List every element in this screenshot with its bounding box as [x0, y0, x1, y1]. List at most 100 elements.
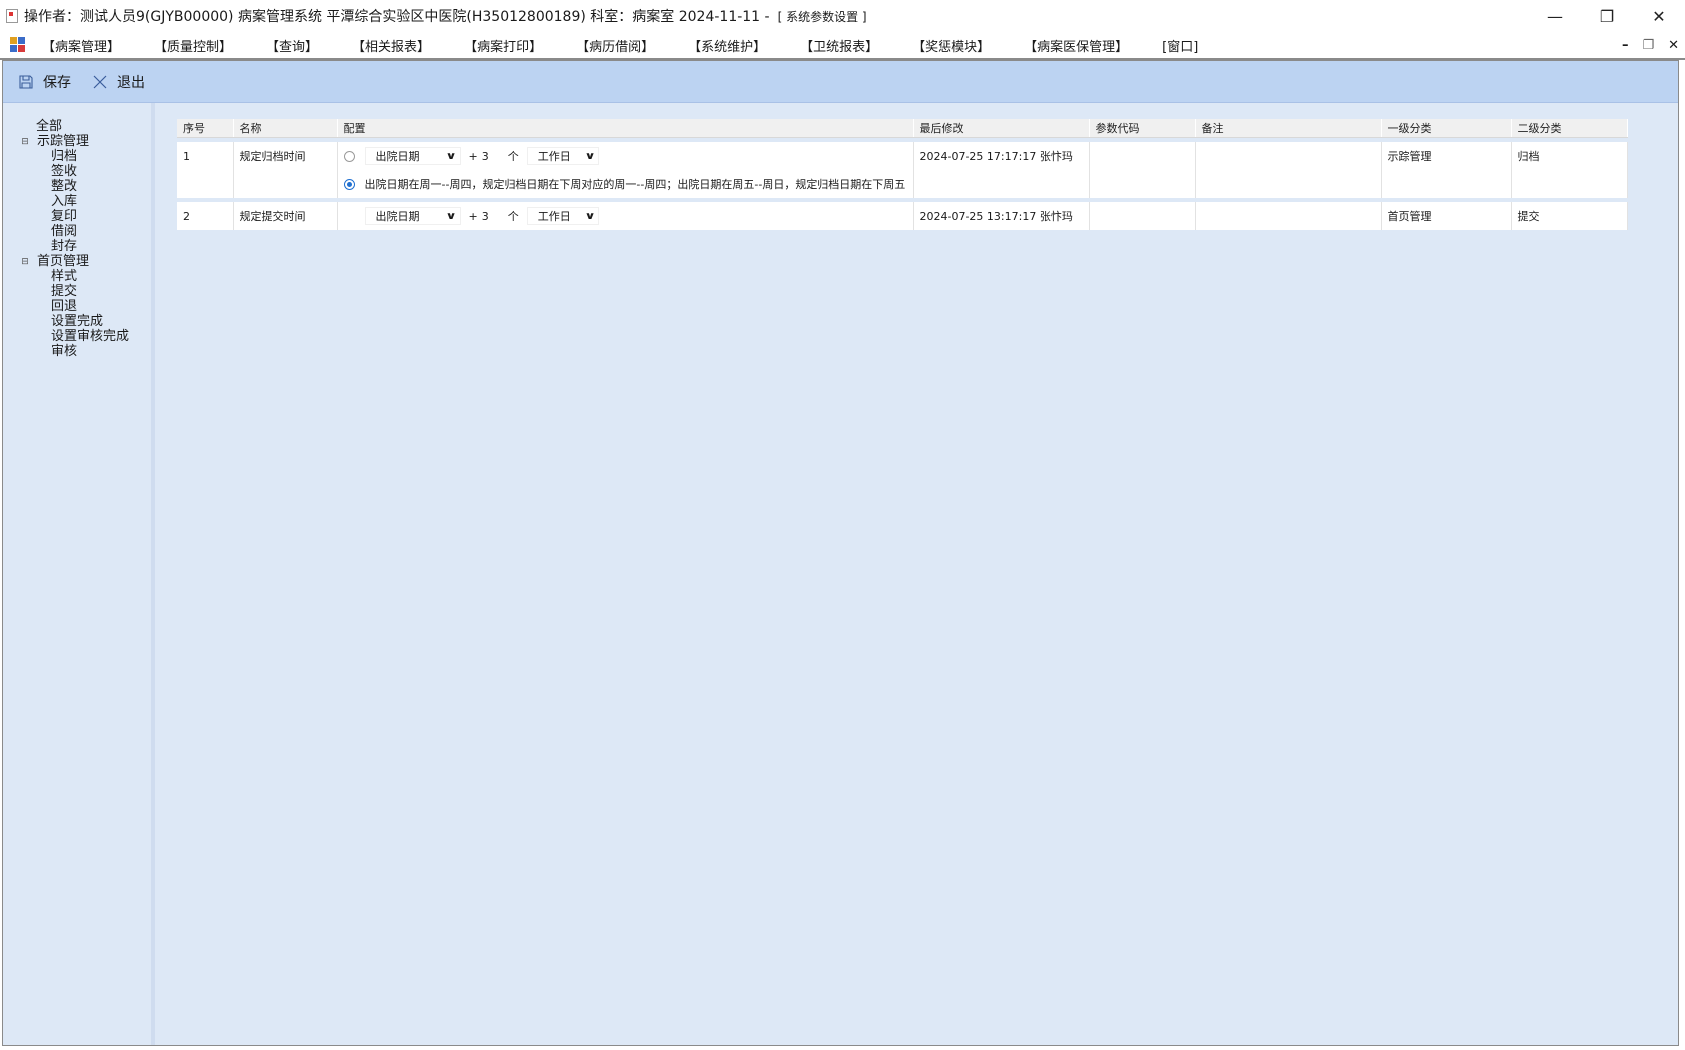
base-date-select[interactable]: 出院日期 ∨: [364, 207, 461, 225]
row-name: 规定提交时间: [239, 210, 306, 223]
menu-reward-penalty[interactable]: 【奖惩模块】: [912, 36, 990, 55]
row-category1: 示踪管理: [1387, 150, 1432, 163]
column-header-config[interactable]: 配置: [337, 119, 914, 138]
tree-group-label: 首页管理: [37, 254, 90, 269]
unit-label: 个: [507, 150, 519, 163]
tree-item-sign-in[interactable]: 签收: [3, 164, 151, 179]
day-type-value: 工作日: [537, 210, 571, 223]
tree-item-review[interactable]: 审核: [3, 344, 151, 359]
column-header-seq[interactable]: 序号: [177, 119, 234, 138]
radio-option-1[interactable]: [343, 150, 355, 162]
row-name: 规定归档时间: [239, 150, 306, 163]
day-type-value: 工作日: [537, 150, 571, 163]
exit-button[interactable]: 退出: [91, 72, 145, 92]
minimize-button[interactable]: —: [1529, 0, 1581, 32]
window-subtitle: [ 系统参数设置 ]: [777, 9, 867, 24]
row-category1: 首页管理: [1387, 210, 1432, 223]
save-icon: [17, 73, 35, 91]
chevron-down-icon: ∨: [583, 210, 596, 222]
base-date-value: 出院日期: [375, 150, 420, 163]
tree-item-copy[interactable]: 复印: [3, 209, 151, 224]
column-header-modified[interactable]: 最后修改: [913, 119, 1090, 138]
row-param-code[interactable]: [1096, 202, 1189, 230]
chevron-down-icon: ∨: [445, 210, 458, 222]
save-button[interactable]: 保存: [17, 72, 71, 92]
row-param-code[interactable]: [1096, 142, 1189, 170]
table-row[interactable]: 2 规定提交时间 出院日期 ∨ + 3 个 工作日 ∨ 2024-07-25 1…: [177, 202, 1628, 230]
menu-query[interactable]: 【查询】: [266, 36, 318, 55]
option-2-text: 出院日期在周一--周四，规定归档日期在下周对应的周一--周四；出院日期在周五--…: [364, 178, 906, 191]
tree-item-rollback[interactable]: 回退: [3, 299, 151, 314]
tree-group-tracking[interactable]: ⊟ 示踪管理: [3, 134, 151, 149]
chevron-down-icon: ∨: [445, 150, 458, 162]
collapse-icon[interactable]: ⊟: [21, 137, 29, 146]
column-header-remark[interactable]: 备注: [1195, 119, 1382, 138]
column-header-category2[interactable]: 二级分类: [1511, 119, 1628, 138]
category-tree: 全部 ⊟ 示踪管理 归档 签收 整改 入库 复印 借阅 封存 ⊟ 首页管理 样式…: [3, 103, 155, 1045]
day-type-select[interactable]: 工作日 ∨: [526, 207, 599, 225]
column-header-param-code[interactable]: 参数代码: [1089, 119, 1196, 138]
row-modified: 2024-07-25 17:17:17 张忭玛: [919, 150, 1073, 163]
base-date-value: 出院日期: [375, 210, 420, 223]
row-seq: 2: [183, 209, 190, 223]
table-row[interactable]: 1 规定归档时间 出院日期 ∨ + 3 个 工作日 ∨ 出院日期在周一--周四，…: [177, 142, 1628, 198]
mdi-minimize-button[interactable]: –: [1622, 38, 1629, 53]
column-header-name[interactable]: 名称: [233, 119, 338, 138]
mdi-restore-button[interactable]: ❐: [1642, 38, 1654, 53]
save-label: 保存: [43, 74, 71, 91]
parameter-settings-window: 保存 退出 全部 ⊟ 示踪管理 归档 签收 整改 入库 复印 借阅 封存 ⊟ 首…: [2, 60, 1679, 1046]
chevron-down-icon: ∨: [583, 150, 596, 162]
radio-option-2[interactable]: [343, 178, 355, 190]
toolbar: 保存 退出: [3, 61, 1678, 103]
mdi-controls: – ❐ ✕: [1622, 32, 1679, 58]
row-remark[interactable]: [1202, 202, 1375, 230]
tree-item-storage[interactable]: 入库: [3, 194, 151, 209]
day-count-input[interactable]: 3: [482, 150, 500, 163]
config-option-2: 出院日期在周一--周四，规定归档日期在下周对应的周一--周四；出院日期在周五--…: [343, 170, 907, 198]
tree-item-borrow[interactable]: 借阅: [3, 224, 151, 239]
close-icon: [91, 73, 109, 91]
row-remark[interactable]: [1202, 142, 1375, 170]
collapse-icon[interactable]: ⊟: [21, 257, 29, 266]
tree-item-archive[interactable]: 归档: [3, 149, 151, 164]
row-category2: 提交: [1517, 210, 1540, 223]
window-controls: — ❐ ✕: [1529, 0, 1685, 32]
base-date-select[interactable]: 出院日期 ∨: [364, 147, 461, 165]
menu-window[interactable]: [窗口]: [1162, 36, 1198, 55]
column-header-category1[interactable]: 一级分类: [1381, 119, 1512, 138]
menu-quality-control[interactable]: 【质量控制】: [154, 36, 232, 55]
menu-health-stats[interactable]: 【卫统报表】: [800, 36, 878, 55]
row-seq: 1: [183, 149, 190, 163]
tree-item-seal[interactable]: 封存: [3, 239, 151, 254]
menu-reports[interactable]: 【相关报表】: [352, 36, 430, 55]
row-category2: 归档: [1517, 150, 1540, 163]
tree-item-set-review-complete[interactable]: 设置审核完成: [3, 329, 151, 344]
app-icon: [6, 9, 18, 23]
row-modified: 2024-07-25 13:17:17 张忭玛: [919, 210, 1073, 223]
app-menu-icon[interactable]: [10, 37, 28, 53]
menu-system-maintenance[interactable]: 【系统维护】: [688, 36, 766, 55]
menu-print[interactable]: 【病案打印】: [464, 36, 542, 55]
title-bar: 操作者：测试人员9(GJYB00000) 病案管理系统 平潭综合实验区中医院(H…: [0, 0, 1685, 32]
day-type-select[interactable]: 工作日 ∨: [526, 147, 599, 165]
menu-borrowing[interactable]: 【病历借阅】: [576, 36, 654, 55]
menu-record-management[interactable]: 【病案管理】: [42, 36, 120, 55]
unit-label: 个: [507, 210, 519, 223]
plus-sign: +: [468, 149, 478, 163]
tree-group-homepage[interactable]: ⊟ 首页管理: [3, 254, 151, 269]
mdi-close-button[interactable]: ✕: [1668, 38, 1679, 53]
menu-insurance[interactable]: 【病案医保管理】: [1024, 36, 1128, 55]
tree-item-set-complete[interactable]: 设置完成: [3, 314, 151, 329]
tree-item-rectify[interactable]: 整改: [3, 179, 151, 194]
plus-sign: +: [468, 209, 478, 223]
day-count-input[interactable]: 3: [482, 210, 500, 223]
window-title: 操作者：测试人员9(GJYB00000) 病案管理系统 平潭综合实验区中医院(H…: [24, 9, 770, 25]
tree-group-label: 示踪管理: [37, 134, 90, 149]
parameter-grid: 序号 名称 配置 最后修改 参数代码 备注 一级分类 二级分类 1 规定归档时间: [177, 119, 1628, 230]
restore-button[interactable]: ❐: [1581, 0, 1633, 32]
tree-item-all[interactable]: 全部: [3, 119, 151, 134]
exit-label: 退出: [117, 74, 145, 91]
tree-item-style[interactable]: 样式: [3, 269, 151, 284]
close-button[interactable]: ✕: [1633, 0, 1685, 32]
tree-item-submit[interactable]: 提交: [3, 284, 151, 299]
